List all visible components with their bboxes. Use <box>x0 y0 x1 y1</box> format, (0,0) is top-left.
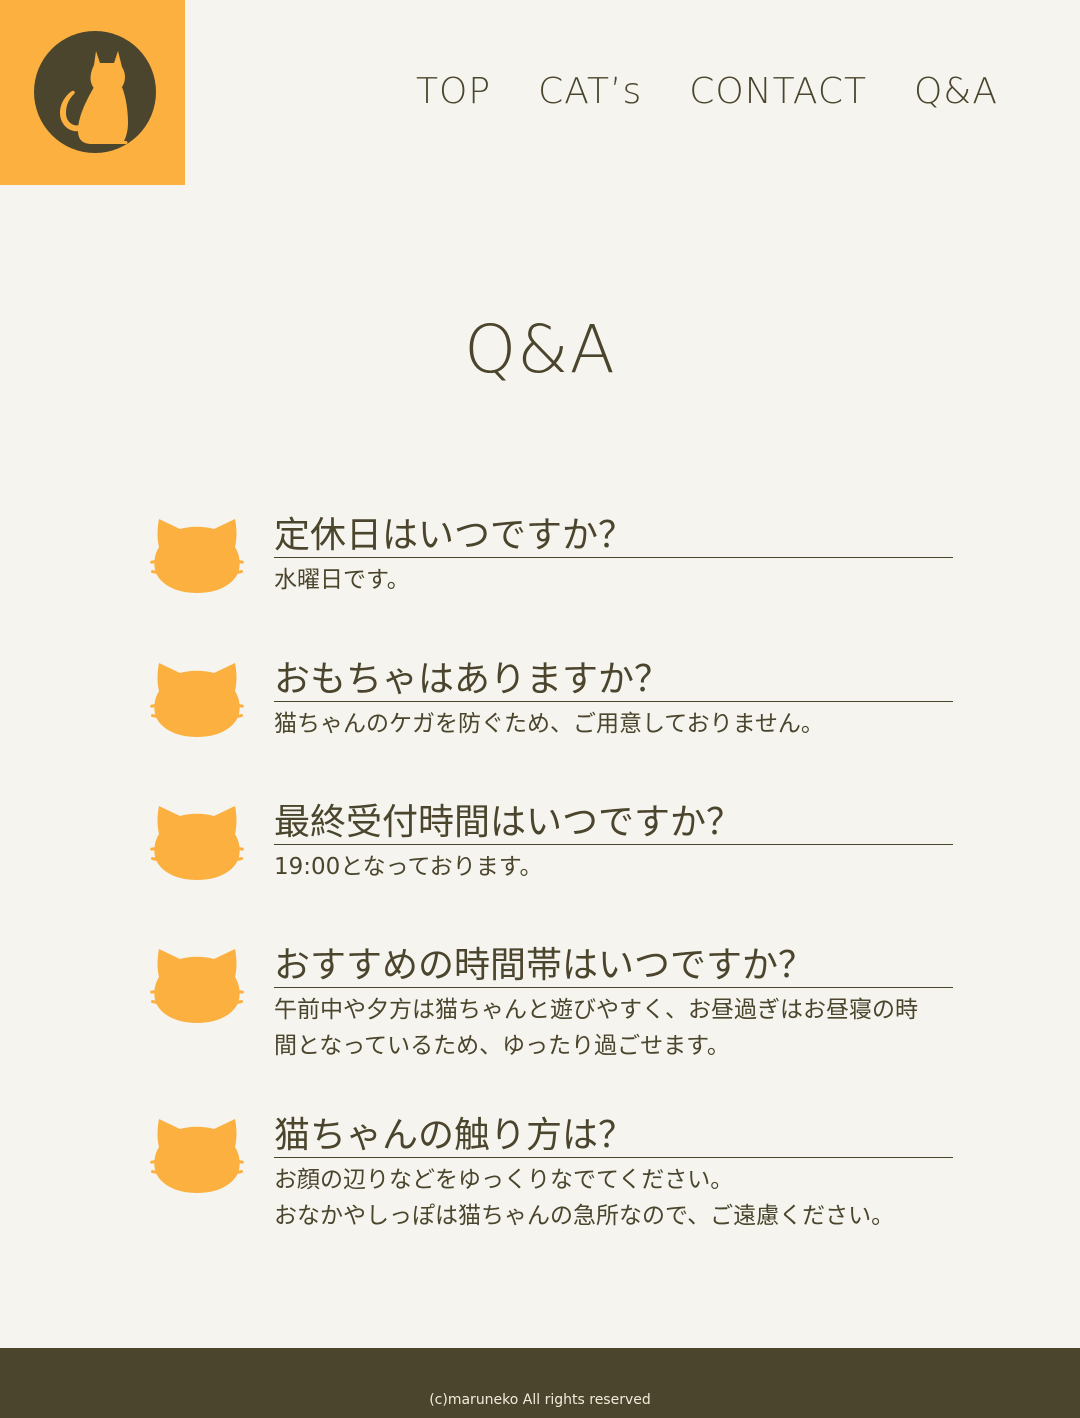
faq-question: 猫ちゃんの触り方は？ <box>274 1115 953 1158</box>
faq-answer: 猫ちゃんのケガを防ぐため、ご用意しておりません。 <box>274 706 954 742</box>
nav-top-link[interactable]: TOP <box>416 70 491 114</box>
faq-question: 最終受付時間はいつですか？ <box>274 802 953 845</box>
cat-face-icon <box>150 1119 244 1193</box>
nav-qa-link[interactable]: Q&A <box>914 70 998 114</box>
faq-answer: お顔の辺りなどをゆっくりなでてください。 おなかやしっぽは猫ちゃんの急所なので、… <box>274 1162 954 1234</box>
faq-answer-line: おなかやしっぽは猫ちゃんの急所なので、ご遠慮ください。 <box>274 1203 895 1229</box>
site-footer: (c)maruneko All rights reserved <box>0 1348 1080 1418</box>
site-logo[interactable] <box>0 0 185 185</box>
cat-silhouette-icon <box>34 31 156 153</box>
main-nav: TOP CAT’s CONTACT Q&A <box>416 70 998 114</box>
page-title: Q&A <box>464 311 616 388</box>
faq-question: 定休日はいつですか？ <box>274 515 953 558</box>
faq-answer-line: 猫ちゃんのケガを防ぐため、ご用意しておりません。 <box>274 711 824 737</box>
faq-answer-line: 午前中や夕方は猫ちゃんと遊びやすく、お昼過ぎはお昼寝の時 <box>274 997 918 1023</box>
faq-answer-line: 水曜日です。 <box>274 567 410 593</box>
faq-answer-line: 19:00となっております。 <box>274 854 543 880</box>
cat-face-icon <box>150 806 244 880</box>
faq-answer-line: 間となっているため、ゆったり過ごせます。 <box>274 1033 730 1059</box>
nav-cats-link[interactable]: CAT’s <box>538 70 642 114</box>
faq-answer-line: お顔の辺りなどをゆっくりなでてください。 <box>274 1167 734 1193</box>
faq-answer: 水曜日です。 <box>274 562 954 598</box>
nav-contact-link[interactable]: CONTACT <box>689 70 867 114</box>
cat-face-icon <box>150 949 244 1023</box>
faq-question: おもちゃはありますか？ <box>274 659 953 702</box>
copyright-text: (c)maruneko All rights reserved <box>429 1392 651 1408</box>
cat-face-icon <box>150 519 244 593</box>
faq-question: おすすめの時間帯はいつですか？ <box>274 945 953 988</box>
faq-answer: 午前中や夕方は猫ちゃんと遊びやすく、お昼過ぎはお昼寝の時 間となっているため、ゆ… <box>274 992 954 1064</box>
cat-face-icon <box>150 663 244 737</box>
faq-answer: 19:00となっております。 <box>274 849 954 885</box>
